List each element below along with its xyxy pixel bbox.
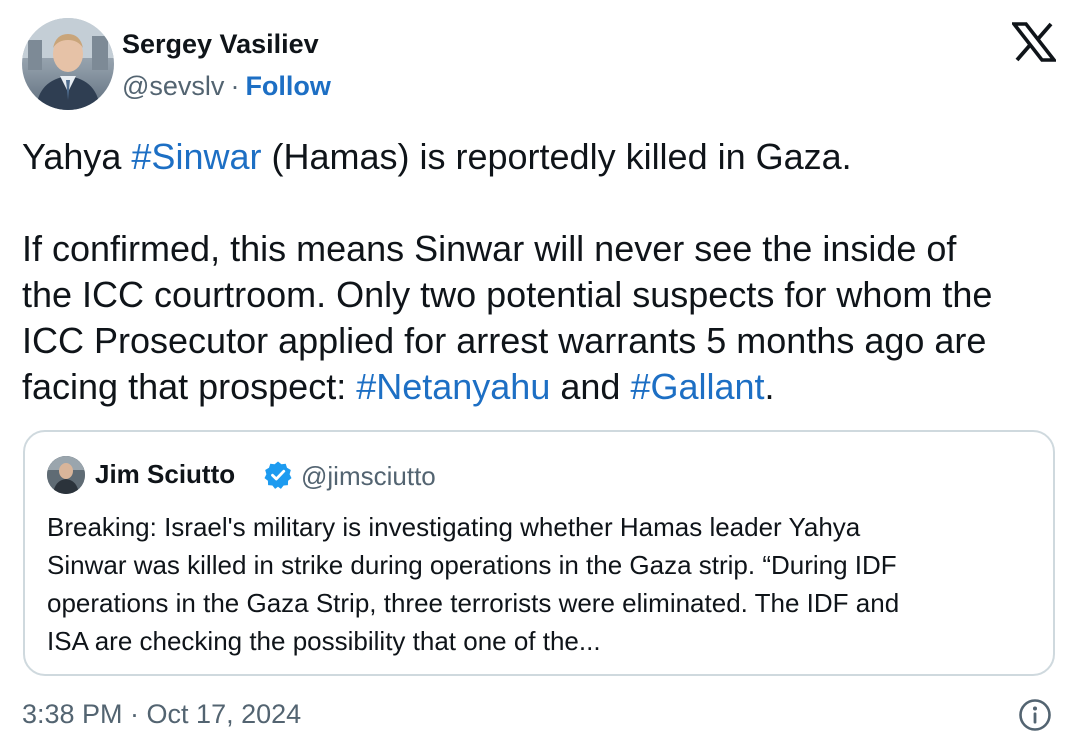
x-logo-icon[interactable] [1010,22,1058,62]
tweet-timestamp[interactable]: 3:38 PM · Oct 17, 2024 [22,697,301,731]
verified-badge-icon [263,460,293,490]
separator-dot: · [230,71,240,101]
follow-button[interactable]: Follow [245,71,330,101]
hashtag-gallant[interactable]: #Gallant [630,366,764,407]
quoted-tweet-card[interactable]: Jim Sciutto @jimsciutto Breaking: Israel… [23,430,1055,676]
quote-line: operations in the Gaza Strip, three terr… [47,588,900,618]
tweet-line: the ICC courtroom. Only two potential su… [22,274,993,315]
tweet-line: ICC Prosecutor applied for arrest warran… [22,320,987,361]
quote-author-avatar[interactable] [47,456,85,494]
hashtag-sinwar[interactable]: #Sinwar [131,136,261,177]
hashtag-netanyahu[interactable]: #Netanyahu [356,366,550,407]
author-name[interactable]: Sergey Vasiliev [122,28,319,60]
author-handle[interactable]: @sevslv [122,71,224,101]
quote-line: ISA are checking the possibility that on… [47,626,601,656]
author-avatar[interactable] [22,18,114,110]
quote-author-handle[interactable]: @jimsciutto [301,460,436,492]
author-meta: @sevslv · Follow [122,70,331,102]
tweet-text: Yahya #Sinwar (Hamas) is reportedly kill… [22,134,1072,410]
tweet-line: If confirmed, this means Sinwar will nev… [22,228,957,269]
quote-line: Sinwar was killed in strike during opera… [47,550,897,580]
info-icon[interactable] [1018,698,1052,732]
quote-line: Breaking: Israel's military is investiga… [47,512,861,542]
quote-text: Breaking: Israel's military is investiga… [47,508,1037,660]
tweet-line: Yahya #Sinwar (Hamas) is reportedly kill… [22,136,852,177]
tweet-line: facing that prospect: #Netanyahu and #Ga… [22,366,775,407]
quote-author-name[interactable]: Jim Sciutto [95,458,235,490]
